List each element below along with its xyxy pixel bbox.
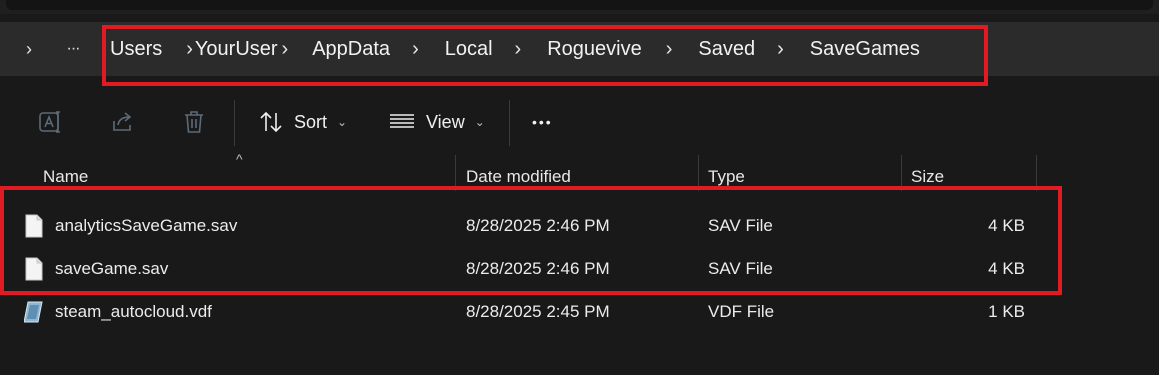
breadcrumb-item-youruser[interactable]: YourUser xyxy=(195,38,278,61)
column-divider[interactable] xyxy=(901,155,902,191)
address-bar[interactable]: › ··· Users › YourUser › AppData › Local… xyxy=(0,22,1159,76)
breadcrumb-chevron-icon[interactable]: › xyxy=(666,38,673,61)
toolbar-divider xyxy=(509,100,510,146)
breadcrumb-item-savegames[interactable]: SaveGames xyxy=(810,38,920,61)
breadcrumb-item-saved[interactable]: Saved xyxy=(698,38,755,61)
breadcrumb-chevron-icon[interactable]: › xyxy=(186,38,193,61)
file-row[interactable]: steam_autocloud.vdf 8/28/2025 2:45 PM VD… xyxy=(0,291,1159,333)
share-icon[interactable] xyxy=(105,104,141,140)
breadcrumb-overflow-chevron-icon[interactable]: › xyxy=(14,22,44,76)
file-name: steam_autocloud.vdf xyxy=(55,302,212,321)
toolbar-divider xyxy=(234,100,235,146)
title-bar-edge xyxy=(6,0,1153,10)
file-type: SAV File xyxy=(708,216,773,235)
breadcrumb-item-users[interactable]: Users xyxy=(110,38,162,61)
file-size: 1 KB xyxy=(988,302,1025,321)
sort-label: Sort xyxy=(294,111,328,132)
view-button[interactable]: View ⌄ xyxy=(388,104,485,140)
breadcrumb-chevron-icon[interactable]: › xyxy=(515,38,522,61)
sort-ascending-icon: ^ xyxy=(236,151,243,167)
breadcrumb-chevron-icon[interactable]: › xyxy=(412,38,419,61)
chevron-down-icon: ⌄ xyxy=(474,115,485,129)
file-row[interactable]: saveGame.sav 8/28/2025 2:46 PM SAV File … xyxy=(0,248,1159,290)
vdf-file-icon xyxy=(24,301,43,323)
file-icon xyxy=(25,214,43,238)
column-type[interactable]: Type xyxy=(708,167,745,187)
file-type: SAV File xyxy=(708,259,773,278)
file-date-modified: 8/28/2025 2:46 PM xyxy=(466,216,610,235)
rename-icon[interactable] xyxy=(32,104,68,140)
column-date-modified[interactable]: Date modified xyxy=(466,167,571,187)
more-options-button[interactable]: ••• xyxy=(532,104,553,140)
breadcrumb-chevron-icon[interactable]: › xyxy=(282,38,289,61)
file-size: 4 KB xyxy=(988,259,1025,278)
file-row[interactable]: analyticsSaveGame.sav 8/28/2025 2:46 PM … xyxy=(0,205,1159,247)
file-icon xyxy=(25,257,43,281)
breadcrumb-item-appdata[interactable]: AppData xyxy=(312,38,390,61)
file-name: analyticsSaveGame.sav xyxy=(55,216,238,235)
window-top-strip xyxy=(0,0,1159,14)
delete-icon[interactable] xyxy=(176,104,212,140)
column-divider[interactable] xyxy=(455,155,456,191)
column-header: ^ Name Date modified Type Size xyxy=(0,151,1159,191)
column-name[interactable]: Name xyxy=(43,167,88,187)
file-type: VDF File xyxy=(708,302,775,321)
view-icon xyxy=(390,114,414,128)
view-label: View xyxy=(426,111,465,132)
breadcrumb-more-button[interactable]: ··· xyxy=(58,22,88,76)
column-divider[interactable] xyxy=(698,155,699,191)
breadcrumb: Users › YourUser › AppData › Local › Rog… xyxy=(110,22,920,76)
column-size[interactable]: Size xyxy=(911,167,944,187)
file-size: 4 KB xyxy=(988,216,1025,235)
file-date-modified: 8/28/2025 2:46 PM xyxy=(466,259,610,278)
more-icon: ••• xyxy=(532,114,553,130)
column-divider[interactable] xyxy=(1036,155,1037,191)
breadcrumb-item-local[interactable]: Local xyxy=(445,38,493,61)
command-bar: Sort ⌄ View ⌄ ••• xyxy=(0,90,1159,154)
breadcrumb-chevron-icon[interactable]: › xyxy=(777,38,784,61)
sort-icon xyxy=(260,111,282,133)
breadcrumb-item-roguevive[interactable]: Roguevive xyxy=(547,38,642,61)
chevron-down-icon: ⌄ xyxy=(337,115,348,129)
sort-button[interactable]: Sort ⌄ xyxy=(258,104,347,140)
file-name: saveGame.sav xyxy=(55,259,169,278)
file-date-modified: 8/28/2025 2:45 PM xyxy=(466,302,610,321)
